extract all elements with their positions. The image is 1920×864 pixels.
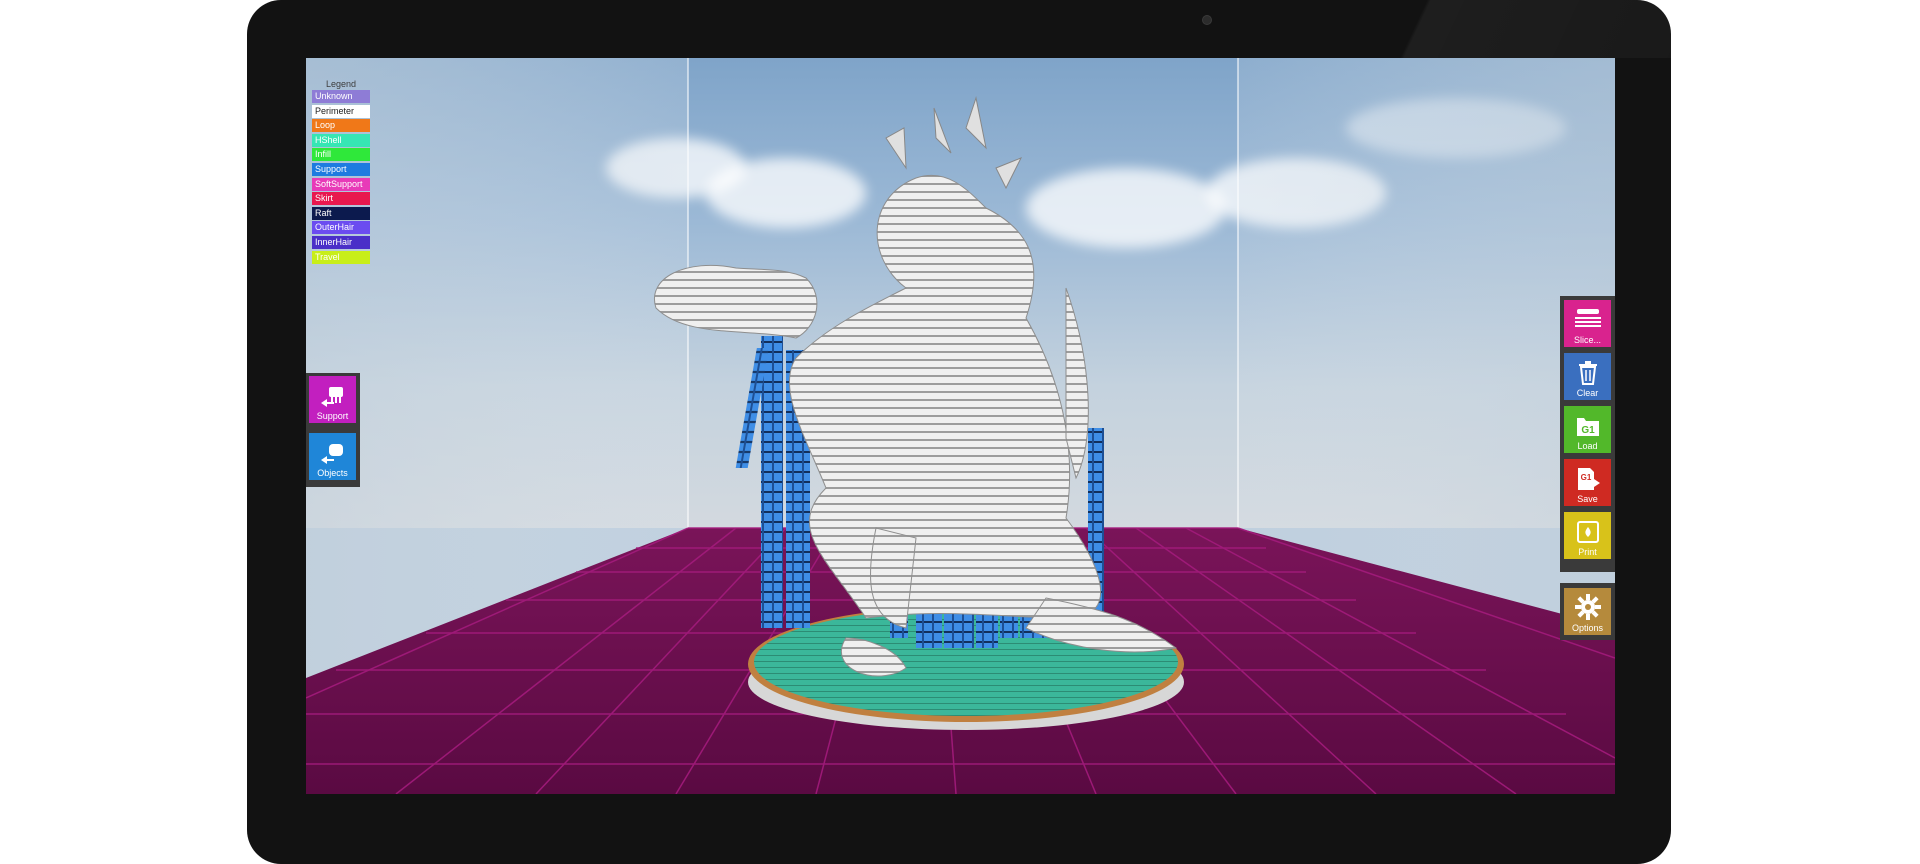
- save-button[interactable]: G1 Save: [1564, 459, 1611, 506]
- 3d-viewport[interactable]: [306, 58, 1615, 794]
- slice-button-label: Slice...: [1573, 335, 1601, 345]
- clear-button[interactable]: Clear: [1564, 353, 1611, 400]
- load-icon-text: G1: [1581, 425, 1595, 436]
- slice-icon: [1574, 309, 1601, 327]
- legend-item-outerhair: OuterHair: [312, 221, 370, 235]
- save-button-label: Save: [1577, 494, 1598, 504]
- options-panel: Options: [1560, 583, 1615, 640]
- print-button-label: Print: [1578, 547, 1597, 557]
- objects-button[interactable]: Objects: [309, 433, 356, 480]
- print-button[interactable]: Print: [1564, 512, 1611, 559]
- legend-item-hshell: HShell: [312, 133, 370, 147]
- legend-title: Legend: [325, 79, 357, 89]
- options-button-label: Options: [1571, 623, 1604, 633]
- app-screen: Legend Unknown Perimeter Loop HShell Infill S…: [306, 58, 1615, 794]
- objects-button-label: Objects: [317, 468, 348, 478]
- right-toolbar: Slice... Clear G1 Load G1 Save Print: [1560, 296, 1615, 572]
- save-icon-text: G1: [1580, 473, 1591, 482]
- load-gcode-icon: G1: [1576, 418, 1599, 436]
- left-toolbar: Support Objects: [306, 373, 360, 487]
- legend-item-raft: Raft: [312, 206, 370, 220]
- tablet-glare: [1311, 0, 1671, 58]
- slice-button[interactable]: Slice...: [1564, 300, 1611, 347]
- objects-icon: [320, 444, 343, 464]
- save-gcode-icon: G1: [1577, 468, 1600, 490]
- clear-button-label: Clear: [1576, 388, 1599, 398]
- legend-rows: Unknown Perimeter Loop HShell Infill Support S…: [312, 90, 370, 264]
- print-icon: [1576, 521, 1599, 543]
- load-button[interactable]: G1 Load: [1564, 406, 1611, 453]
- build-volume-right-wall: [1238, 58, 1615, 628]
- legend-item-loop: Loop: [312, 119, 370, 133]
- support-column: [761, 336, 783, 628]
- legend-item-softsupport: SoftSupport: [312, 177, 370, 191]
- legend-item-skirt: Skirt: [312, 192, 370, 206]
- front-camera: [1202, 15, 1212, 25]
- options-button[interactable]: Options: [1564, 588, 1611, 635]
- support-icon: [320, 387, 343, 407]
- load-button-label: Load: [1577, 441, 1598, 451]
- legend-item-infill: Infill: [312, 148, 370, 162]
- legend-item-unknown: Unknown: [312, 90, 370, 103]
- legend-item-travel: Travel: [312, 250, 370, 264]
- trash-icon: [1578, 361, 1597, 385]
- legend-item-innerhair: InnerHair: [312, 235, 370, 249]
- support-button-label: Support: [316, 411, 349, 421]
- support-button[interactable]: Support: [309, 376, 356, 423]
- legend-item-support: Support: [312, 162, 370, 176]
- legend-item-perimeter: Perimeter: [312, 104, 370, 118]
- line-type-legend: Legend Unknown Perimeter Loop HShell Infill S…: [312, 78, 370, 265]
- gear-icon: [1574, 594, 1601, 620]
